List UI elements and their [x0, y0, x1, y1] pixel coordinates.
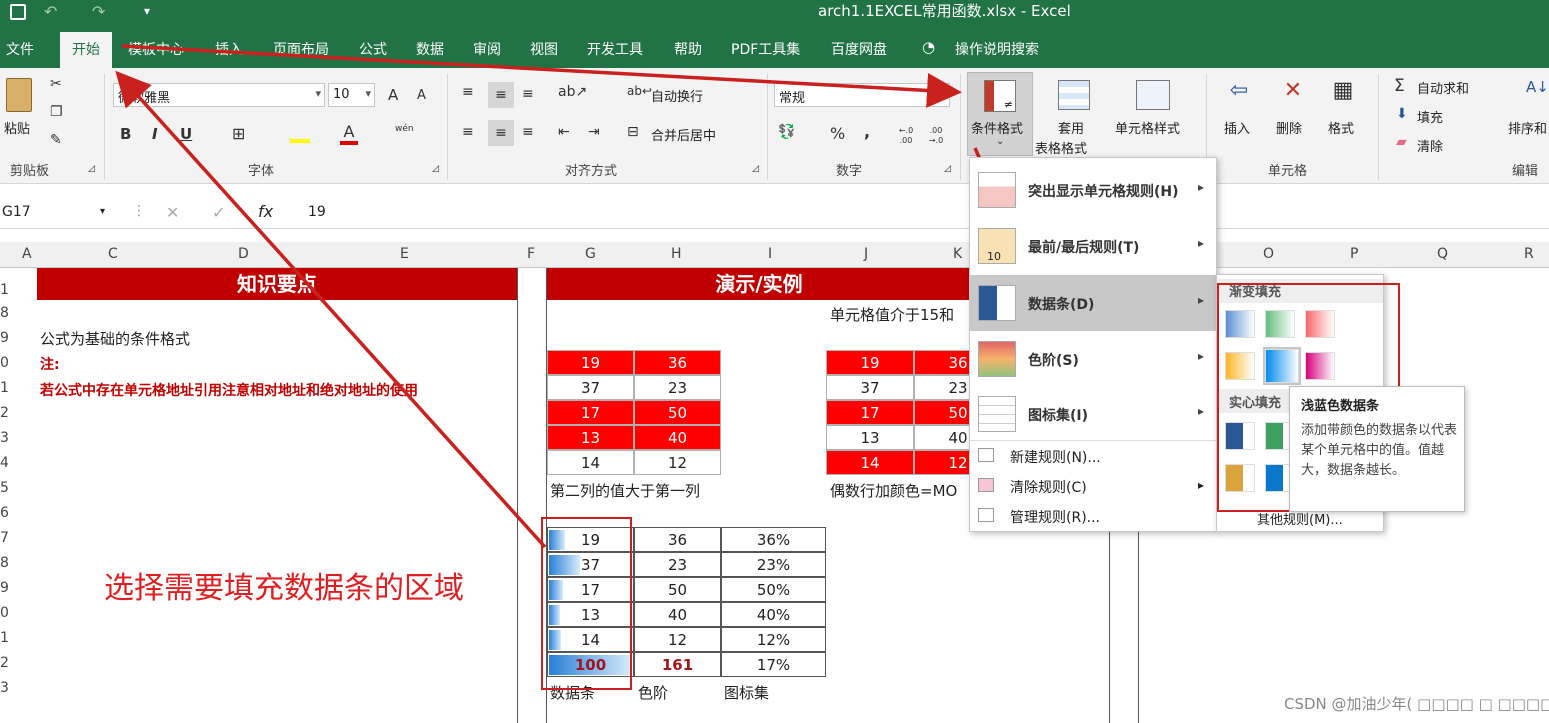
- tooltip-title: 浅蓝色数据条: [1301, 399, 1380, 414]
- clear-rules-icon: [978, 478, 994, 492]
- icon-sets-icon: [978, 396, 1016, 432]
- watermark: CSDN @加油少年( □□□□ □ □□□□ ): [1284, 695, 1549, 713]
- menu-item-new-rule[interactable]: 新建规则(N)...: [1010, 447, 1101, 467]
- data-bar-tooltip: 浅蓝色数据条 添加带颜色的数据条以代表某个单元格中的值。值越大，数据条越长。: [1289, 386, 1465, 512]
- menu-item-icon-sets[interactable]: 图标集(I) ▸: [970, 386, 1216, 442]
- tooltip-body: 添加带颜色的数据条以代表某个单元格中的值。值越大，数据条越长。: [1301, 423, 1458, 478]
- color-scales-icon: [978, 341, 1016, 377]
- menu-item-data-bars[interactable]: 数据条(D) ▸: [970, 275, 1216, 331]
- highlight-rules-icon: [978, 172, 1016, 208]
- menu-item-color-scales[interactable]: 色阶(S) ▸: [970, 331, 1216, 387]
- menu-item-clear-rules[interactable]: 清除规则(C): [1010, 477, 1087, 497]
- chevron-right-icon: ▸: [1197, 478, 1204, 492]
- new-rule-icon: [978, 448, 994, 462]
- data-bars-icon: [978, 285, 1016, 321]
- menu-item-top-bottom-rules[interactable]: 10 最前/最后规则(T) ▸: [970, 218, 1216, 274]
- menu-item-manage-rules[interactable]: 管理规则(R)...: [1010, 507, 1100, 527]
- conditional-format-menu: 突出显示单元格规则(H) ▸ 10 最前/最后规则(T) ▸ 数据条(D) ▸ 色阶(…: [969, 157, 1217, 532]
- menu-item-highlight-rules[interactable]: 突出显示单元格规则(H) ▸: [970, 162, 1216, 218]
- top-bottom-rules-icon: 10: [978, 228, 1016, 264]
- manage-rules-icon: [978, 508, 994, 522]
